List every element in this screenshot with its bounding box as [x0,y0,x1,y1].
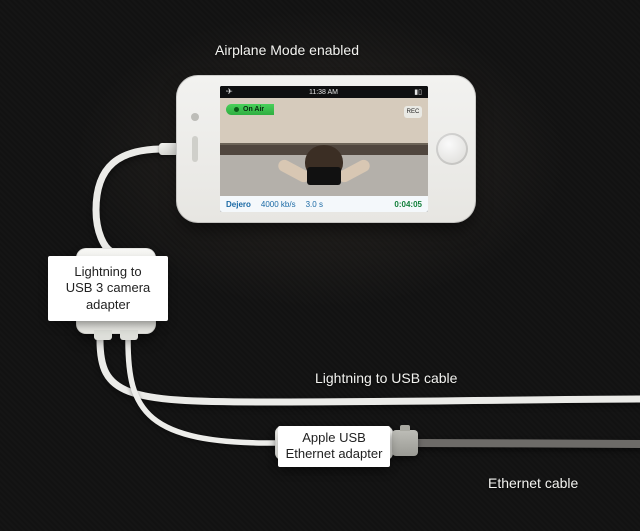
label-ethernet-cable: Ethernet cable [488,475,578,491]
home-button[interactable] [436,133,468,165]
elapsed-time: 0:04:05 [394,200,422,209]
adapter-port-lightning [120,330,138,340]
phone-screen[interactable]: ✈︎ 11:38 AM ▮▯ On Air REC [220,86,428,212]
status-time: 11:38 AM [309,89,338,96]
app-brand: Dejero [226,200,251,209]
label-airplane-mode: Airplane Mode enabled [215,42,359,58]
latency-readout: 3.0 s [306,200,323,209]
cable-adapter-to-eth-adapter [128,340,276,443]
cable-ethernet [416,443,640,444]
subject-silhouette [279,145,369,196]
earpiece-speaker [192,136,198,162]
status-bar: ✈︎ 11:38 AM ▮▯ [220,86,428,98]
on-air-pill: On Air [226,104,274,115]
battery-icon: ▮▯ [414,88,422,96]
cable-lightning-to-adapter [96,149,160,252]
live-video-preview: On Air REC [220,98,428,196]
label-lightning-usb-cable: Lightning to USB cable [315,370,457,386]
rec-badge: REC [404,106,422,118]
front-camera [191,113,199,121]
airplane-mode-icon: ✈︎ [226,88,233,96]
label-usb3-adapter: Lightning toUSB 3 cameraadapter [48,256,168,321]
rj45-connector [392,430,418,456]
app-bottom-bar: Dejero 4000 kb/s 3.0 s 0:04:05 [220,196,428,212]
bitrate-readout: 4000 kb/s [261,200,296,209]
lightning-connector [159,143,177,155]
iphone: ✈︎ 11:38 AM ▮▯ On Air REC [176,75,476,223]
label-eth-adapter: Apple USBEthernet adapter [278,426,390,467]
rec-label: REC [407,109,420,115]
on-air-label: On Air [243,106,264,113]
adapter-port-usb [94,330,112,340]
diagram-stage: ✈︎ 11:38 AM ▮▯ On Air REC [0,0,640,531]
